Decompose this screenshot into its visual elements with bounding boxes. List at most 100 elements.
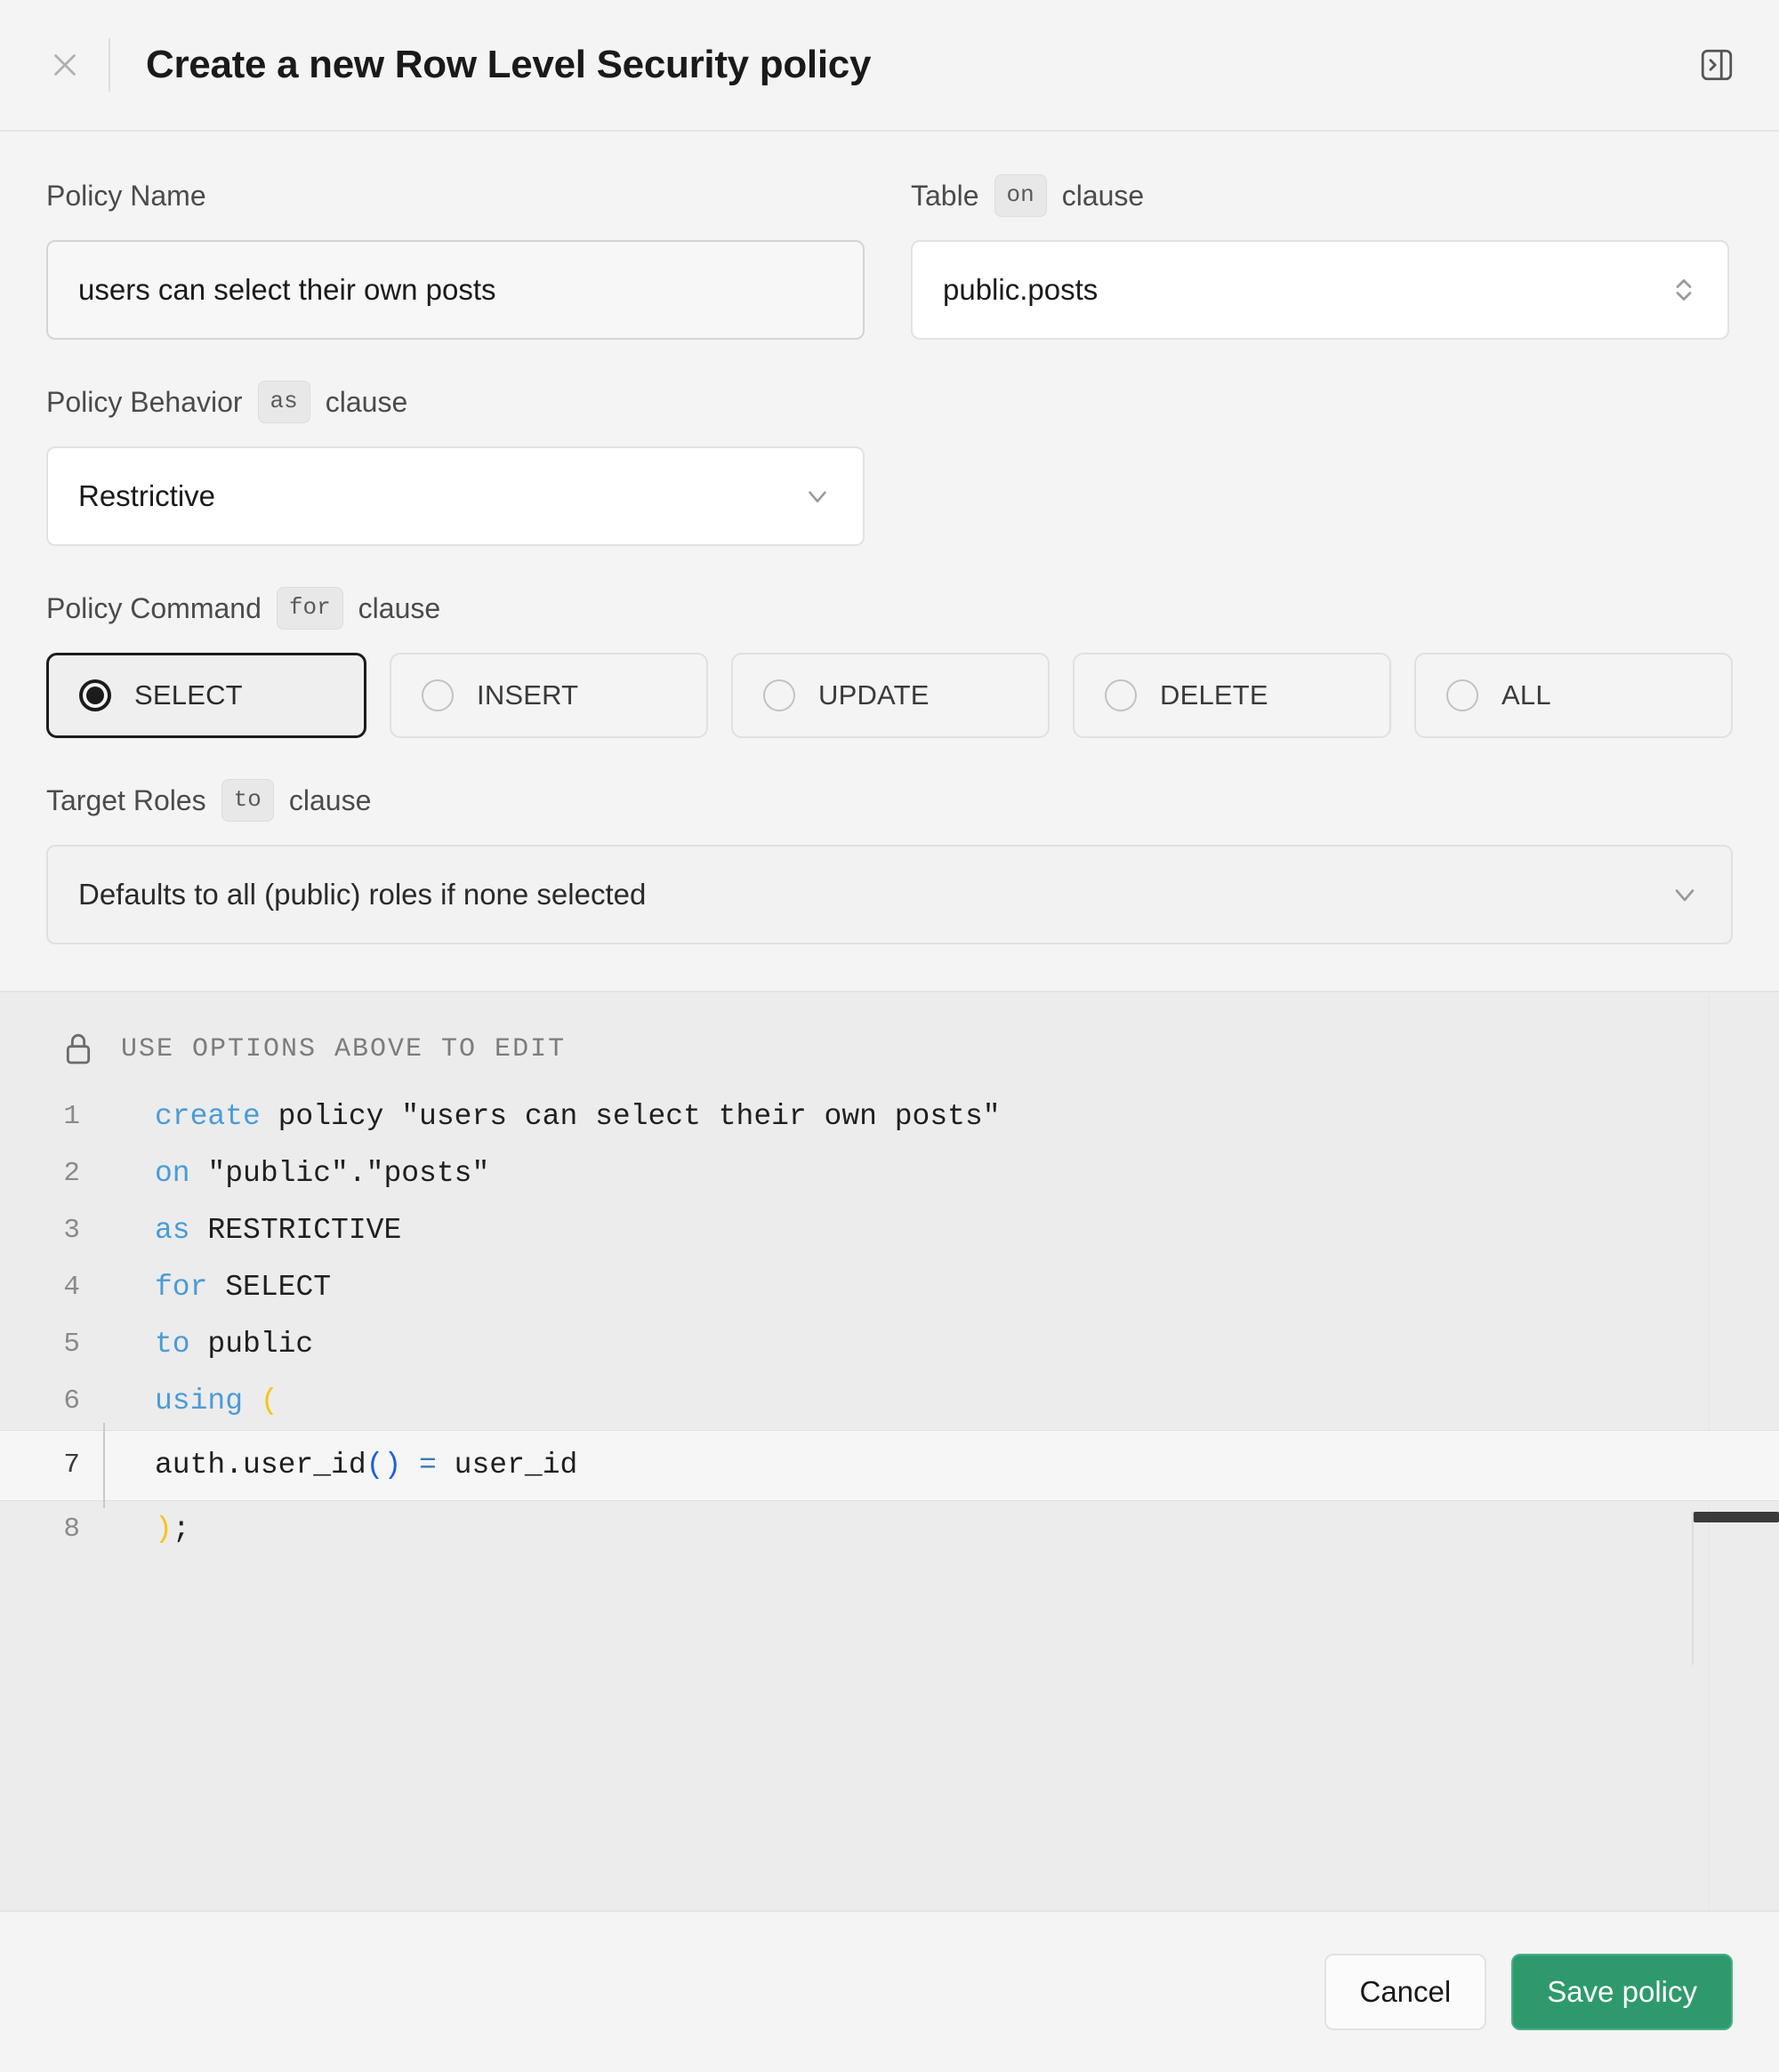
sql-space bbox=[243, 1385, 261, 1417]
sql-text: RESTRICTIVE bbox=[190, 1214, 402, 1247]
policy-command-option-insert[interactable]: INSERT bbox=[390, 653, 708, 738]
dialog-footer: Cancel Save policy bbox=[0, 1910, 1779, 2072]
code-line[interactable]: 4 for SELECT bbox=[0, 1259, 1779, 1316]
line-number: 1 bbox=[0, 1088, 100, 1145]
target-roles-clause-word: clause bbox=[289, 784, 372, 817]
line-content: on "public"."posts" bbox=[100, 1145, 489, 1202]
radio-icon bbox=[79, 679, 111, 711]
sql-operator: = bbox=[401, 1449, 454, 1482]
sql-text: public bbox=[190, 1328, 314, 1361]
chevron-down-icon bbox=[1669, 879, 1701, 911]
save-policy-button[interactable]: Save policy bbox=[1511, 1954, 1733, 2030]
chevron-up-down-icon bbox=[1670, 271, 1697, 309]
line-number: 2 bbox=[0, 1145, 100, 1202]
line-number: 8 bbox=[0, 1501, 100, 1558]
code-lines: 1 create policy "users can select their … bbox=[0, 1088, 1779, 1558]
policy-behavior-clause-chip: as bbox=[258, 381, 310, 423]
line-number: 4 bbox=[0, 1259, 100, 1316]
code-line[interactable]: 3 as RESTRICTIVE bbox=[0, 1202, 1779, 1259]
code-line[interactable]: 2 on "public"."posts" bbox=[0, 1145, 1779, 1202]
policy-command-option-label: UPDATE bbox=[818, 679, 930, 711]
policy-behavior-label: Policy Behavior bbox=[46, 386, 243, 419]
target-roles-select[interactable]: Defaults to all (public) roles if none s… bbox=[46, 845, 1733, 944]
policy-name-label: Policy Name bbox=[46, 180, 206, 213]
table-label: Table bbox=[911, 180, 979, 213]
policy-command-option-label: INSERT bbox=[477, 679, 578, 711]
table-label-row: Table on clause bbox=[911, 174, 1729, 217]
line-content: auth.user_id() = user_id bbox=[100, 1430, 577, 1501]
line-number: 3 bbox=[0, 1202, 100, 1259]
page-title: Create a new Row Level Security policy bbox=[146, 43, 871, 87]
policy-form: Policy Name Table on clause public.posts bbox=[0, 132, 1779, 992]
sql-keyword: create bbox=[155, 1100, 261, 1133]
policy-command-option-select[interactable]: SELECT bbox=[46, 653, 366, 738]
line-content: ); bbox=[100, 1501, 190, 1558]
indent-guide bbox=[103, 1423, 105, 1508]
policy-name-input[interactable] bbox=[46, 240, 865, 340]
policy-command-option-label: DELETE bbox=[1160, 679, 1268, 711]
horizontal-scrollbar-thumb[interactable] bbox=[1694, 1512, 1779, 1522]
policy-command-label: Policy Command bbox=[46, 592, 262, 625]
sql-text: policy "users can select their own posts… bbox=[261, 1100, 1001, 1133]
policy-command-option-label: SELECT bbox=[134, 679, 243, 711]
table-select[interactable]: public.posts bbox=[911, 240, 1729, 340]
policy-name-field-group: Policy Name bbox=[46, 174, 865, 340]
sql-keyword: to bbox=[155, 1328, 190, 1361]
policy-command-option-delete[interactable]: DELETE bbox=[1073, 653, 1391, 738]
policy-command-option-update[interactable]: UPDATE bbox=[731, 653, 1050, 738]
sql-paren: ( bbox=[261, 1385, 278, 1417]
cancel-button[interactable]: Cancel bbox=[1324, 1954, 1487, 2030]
radio-icon bbox=[1105, 679, 1137, 711]
table-select-wrap: public.posts bbox=[911, 240, 1729, 340]
line-number: 5 bbox=[0, 1316, 100, 1373]
sql-identifier: auth.user_id bbox=[155, 1449, 366, 1482]
line-content: create policy "users can select their ow… bbox=[100, 1088, 1001, 1145]
close-icon[interactable] bbox=[46, 46, 84, 84]
policy-behavior-select-wrap: Restrictive bbox=[46, 446, 865, 546]
create-rls-policy-dialog: Create a new Row Level Security policy P… bbox=[0, 0, 1779, 2072]
code-line[interactable]: 5 to public bbox=[0, 1316, 1779, 1373]
sql-preview-editor: USE OPTIONS ABOVE TO EDIT 1 create polic… bbox=[0, 992, 1779, 1910]
sql-parens: () bbox=[366, 1449, 402, 1482]
radio-icon bbox=[763, 679, 795, 711]
policy-behavior-field-group: Policy Behavior as clause Restrictive bbox=[46, 381, 1733, 546]
lock-icon bbox=[60, 1030, 96, 1069]
sql-identifier: user_id bbox=[455, 1449, 578, 1482]
line-number: 7 bbox=[0, 1430, 100, 1501]
target-roles-clause-chip: to bbox=[221, 779, 274, 822]
line-content: using ( bbox=[100, 1373, 278, 1430]
policy-command-option-label: ALL bbox=[1501, 679, 1551, 711]
policy-command-clause-chip: for bbox=[277, 587, 343, 630]
line-content: to public bbox=[100, 1316, 313, 1373]
code-line[interactable]: 6 using ( bbox=[0, 1373, 1779, 1430]
sql-keyword: on bbox=[155, 1157, 190, 1190]
sql-text: "public"."posts" bbox=[190, 1157, 490, 1190]
line-content: for SELECT bbox=[100, 1259, 331, 1316]
policy-command-clause-word: clause bbox=[358, 592, 441, 625]
panel-right-expand-icon[interactable] bbox=[1694, 42, 1740, 88]
sql-semicolon: ; bbox=[173, 1513, 190, 1546]
policy-behavior-clause-word: clause bbox=[326, 386, 408, 419]
policy-command-label-row: Policy Command for clause bbox=[46, 587, 1733, 630]
target-roles-label: Target Roles bbox=[46, 784, 206, 817]
sql-keyword: using bbox=[155, 1385, 243, 1417]
sql-keyword: as bbox=[155, 1214, 190, 1247]
policy-behavior-select-value: Restrictive bbox=[78, 479, 802, 513]
code-line[interactable]: 1 create policy "users can select their … bbox=[0, 1088, 1779, 1145]
sql-paren: ) bbox=[155, 1513, 173, 1546]
dialog-header: Create a new Row Level Security policy bbox=[0, 0, 1779, 132]
code-line-active[interactable]: 7 auth.user_id() = user_id bbox=[0, 1430, 1779, 1501]
header-divider bbox=[109, 38, 110, 92]
policy-command-options: SELECT INSERT UPDATE DELETE ALL bbox=[46, 653, 1733, 738]
radio-icon bbox=[1446, 679, 1478, 711]
sql-text: SELECT bbox=[207, 1271, 331, 1304]
chevron-down-icon bbox=[802, 481, 833, 511]
editor-readonly-hint: USE OPTIONS ABOVE TO EDIT bbox=[0, 992, 1779, 1088]
target-roles-label-row: Target Roles to clause bbox=[46, 779, 1733, 822]
policy-command-option-all[interactable]: ALL bbox=[1414, 653, 1733, 738]
editor-hint-text: USE OPTIONS ABOVE TO EDIT bbox=[121, 1034, 566, 1064]
policy-behavior-select[interactable]: Restrictive bbox=[46, 446, 865, 546]
line-number: 6 bbox=[0, 1373, 100, 1430]
code-line[interactable]: 8 ); bbox=[0, 1501, 1779, 1558]
table-clause-chip: on bbox=[994, 174, 1047, 217]
